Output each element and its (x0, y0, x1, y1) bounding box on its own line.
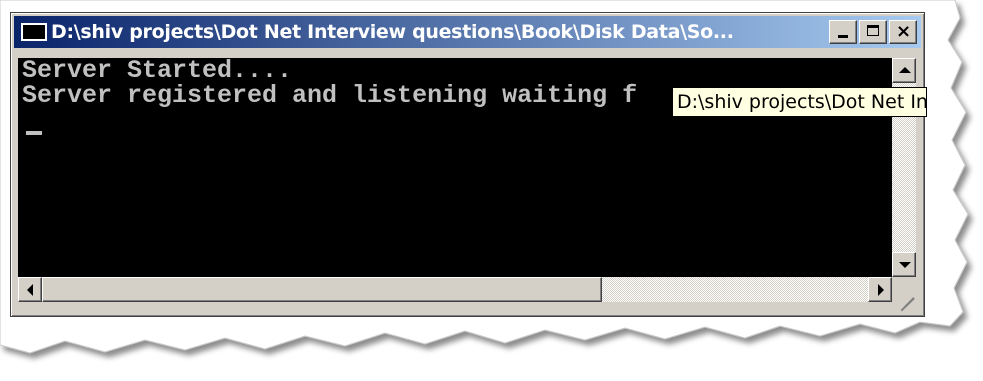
window-title: D:\shiv projects\Dot Net Interview quest… (51, 21, 734, 43)
title-bar[interactable]: D:\shiv projects\Dot Net Interview quest… (14, 16, 921, 48)
console-window: D:\shiv projects\Dot Net Interview quest… (10, 12, 925, 317)
text-cursor (26, 131, 42, 135)
console-line: Server Started.... (22, 58, 293, 85)
down-arrow-icon (899, 262, 911, 268)
up-arrow-icon (899, 67, 911, 73)
resize-grip[interactable] (892, 277, 916, 312)
minimize-button[interactable] (829, 20, 857, 44)
scroll-down-button[interactable] (892, 252, 916, 277)
scroll-left-button[interactable] (18, 277, 42, 302)
scroll-up-button[interactable] (892, 58, 916, 83)
left-arrow-icon (27, 284, 33, 296)
grip-line (909, 297, 915, 303)
maximize-button[interactable] (859, 20, 887, 44)
maximize-icon (867, 25, 879, 36)
close-button[interactable]: × (889, 20, 917, 44)
scroll-right-button[interactable] (868, 277, 892, 302)
right-arrow-icon (878, 284, 884, 296)
horizontal-scrollbar[interactable] (18, 277, 892, 302)
minimize-icon (838, 35, 848, 38)
console-app-icon[interactable] (21, 23, 47, 41)
path-tooltip: D:\shiv projects\Dot Net In (672, 87, 927, 117)
close-icon: × (896, 21, 912, 42)
horizontal-scroll-thumb[interactable] (42, 277, 602, 302)
